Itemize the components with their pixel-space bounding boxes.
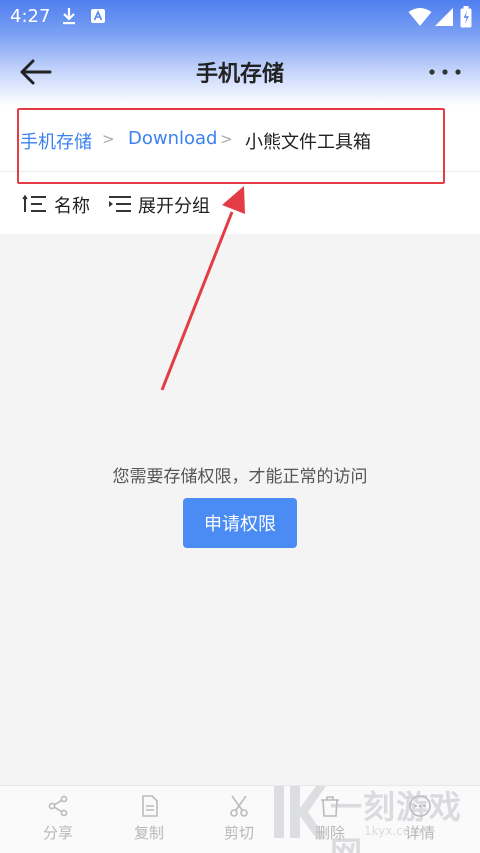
annotation-highlight-box (17, 108, 445, 184)
signal-icon (435, 8, 453, 26)
status-time: 4:27 (10, 6, 51, 27)
group-list-icon[interactable] (108, 194, 132, 214)
app-root: 4:27 手机存储 手机存储 > Download > 小熊文件工具箱 名称 展… (0, 0, 480, 853)
sort-by-name[interactable]: 名称 (54, 192, 90, 218)
page-title: 手机存储 (195, 62, 284, 87)
watermark: 一刻游戏网 1kyx.com (268, 780, 480, 853)
cut-label: 剪切 (223, 824, 254, 842)
app-bar: 手机存储 (0, 34, 480, 106)
permission-message: 您需要存储权限，才能正常的访问 (112, 467, 368, 487)
more-options-icon[interactable] (428, 60, 462, 84)
share-icon (48, 795, 68, 817)
copy-icon (142, 795, 158, 817)
share-label: 分享 (42, 824, 73, 842)
download-status-icon (63, 8, 75, 25)
copy-label: 复制 (133, 824, 164, 842)
scissors-icon (230, 795, 248, 817)
share-button[interactable]: 分享 (28, 794, 88, 843)
status-bar: 4:27 (0, 0, 480, 34)
notification-app-icon (91, 9, 105, 23)
cut-button[interactable]: 剪切 (209, 794, 269, 843)
request-permission-button[interactable]: 申请权限 (183, 498, 297, 548)
wifi-icon (408, 8, 432, 26)
battery-icon (460, 6, 472, 28)
copy-button[interactable]: 复制 (119, 794, 179, 843)
watermark-logo-icon (274, 786, 326, 838)
expand-group-toggle[interactable]: 展开分组 (138, 192, 210, 218)
sort-list-icon[interactable] (22, 194, 48, 214)
watermark-url: 1kyx.com (364, 824, 422, 838)
watermark-text: 一刻游戏网 (330, 788, 463, 853)
